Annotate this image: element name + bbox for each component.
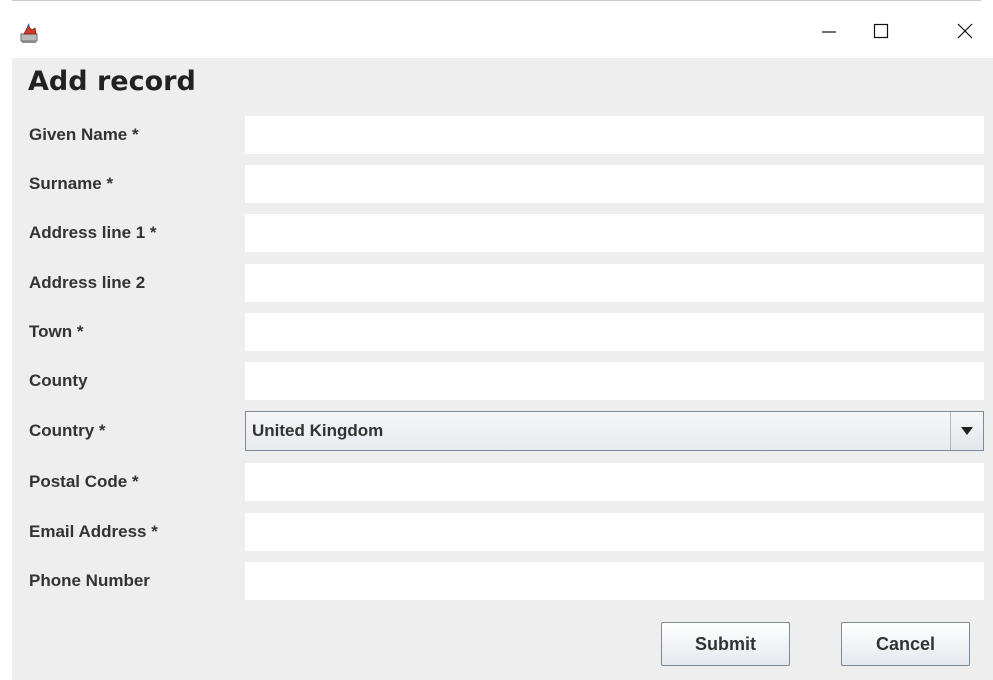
add-record-window: Add record Given Name * Surname * Addres…: [0, 0, 993, 680]
town-row: Town *: [12, 313, 993, 351]
maximize-button[interactable]: [858, 4, 904, 58]
country-selected-value: United Kingdom: [252, 421, 384, 440]
email-address-field[interactable]: [245, 513, 984, 551]
phone-number-label: Phone Number: [29, 571, 150, 590]
country-label: Country *: [29, 421, 106, 440]
address-line-2-row: Address line 2: [12, 264, 993, 302]
county-field[interactable]: [245, 362, 984, 400]
given-name-label: Given Name *: [29, 125, 139, 144]
phone-number-row: Phone Number: [12, 562, 993, 600]
email-address-row: Email Address *: [12, 513, 993, 551]
town-field[interactable]: [245, 313, 984, 351]
country-row: Country * United Kingdom: [12, 411, 993, 451]
top-edge-line: [12, 0, 981, 1]
form-title: Add record: [28, 66, 196, 97]
email-address-label: Email Address *: [29, 522, 158, 541]
address-line-1-label: Address line 1 *: [29, 223, 157, 242]
given-name-row: Given Name *: [12, 116, 993, 154]
address-line-1-field[interactable]: [245, 214, 984, 252]
postal-code-field[interactable]: [245, 463, 984, 501]
close-icon: [957, 23, 973, 39]
title-bar[interactable]: [0, 4, 993, 58]
county-label: County: [29, 371, 88, 390]
surname-label: Surname *: [29, 174, 114, 193]
town-label: Town *: [29, 322, 84, 341]
cancel-button[interactable]: Cancel: [841, 622, 970, 666]
form-panel: Add record Given Name * Surname * Addres…: [12, 58, 993, 680]
address-line-1-row: Address line 1 *: [12, 214, 993, 252]
maximize-icon: [873, 23, 889, 39]
postal-code-label: Postal Code *: [29, 472, 139, 491]
given-name-field[interactable]: [245, 116, 984, 154]
minimize-icon: [822, 31, 836, 33]
county-row: County: [12, 362, 993, 400]
java-cup-icon: [20, 23, 38, 43]
country-dropdown-button[interactable]: [950, 412, 983, 450]
address-line-2-field[interactable]: [245, 264, 984, 302]
address-line-2-label: Address line 2: [29, 273, 146, 292]
surname-field[interactable]: [245, 165, 984, 203]
postal-code-row: Postal Code *: [12, 463, 993, 501]
surname-row: Surname *: [12, 165, 993, 203]
close-button[interactable]: [942, 4, 988, 58]
triangle-down-icon: [961, 427, 973, 435]
minimize-button[interactable]: [806, 4, 852, 58]
submit-button[interactable]: Submit: [661, 622, 790, 666]
country-select[interactable]: United Kingdom: [245, 411, 984, 451]
phone-number-field[interactable]: [245, 562, 984, 600]
